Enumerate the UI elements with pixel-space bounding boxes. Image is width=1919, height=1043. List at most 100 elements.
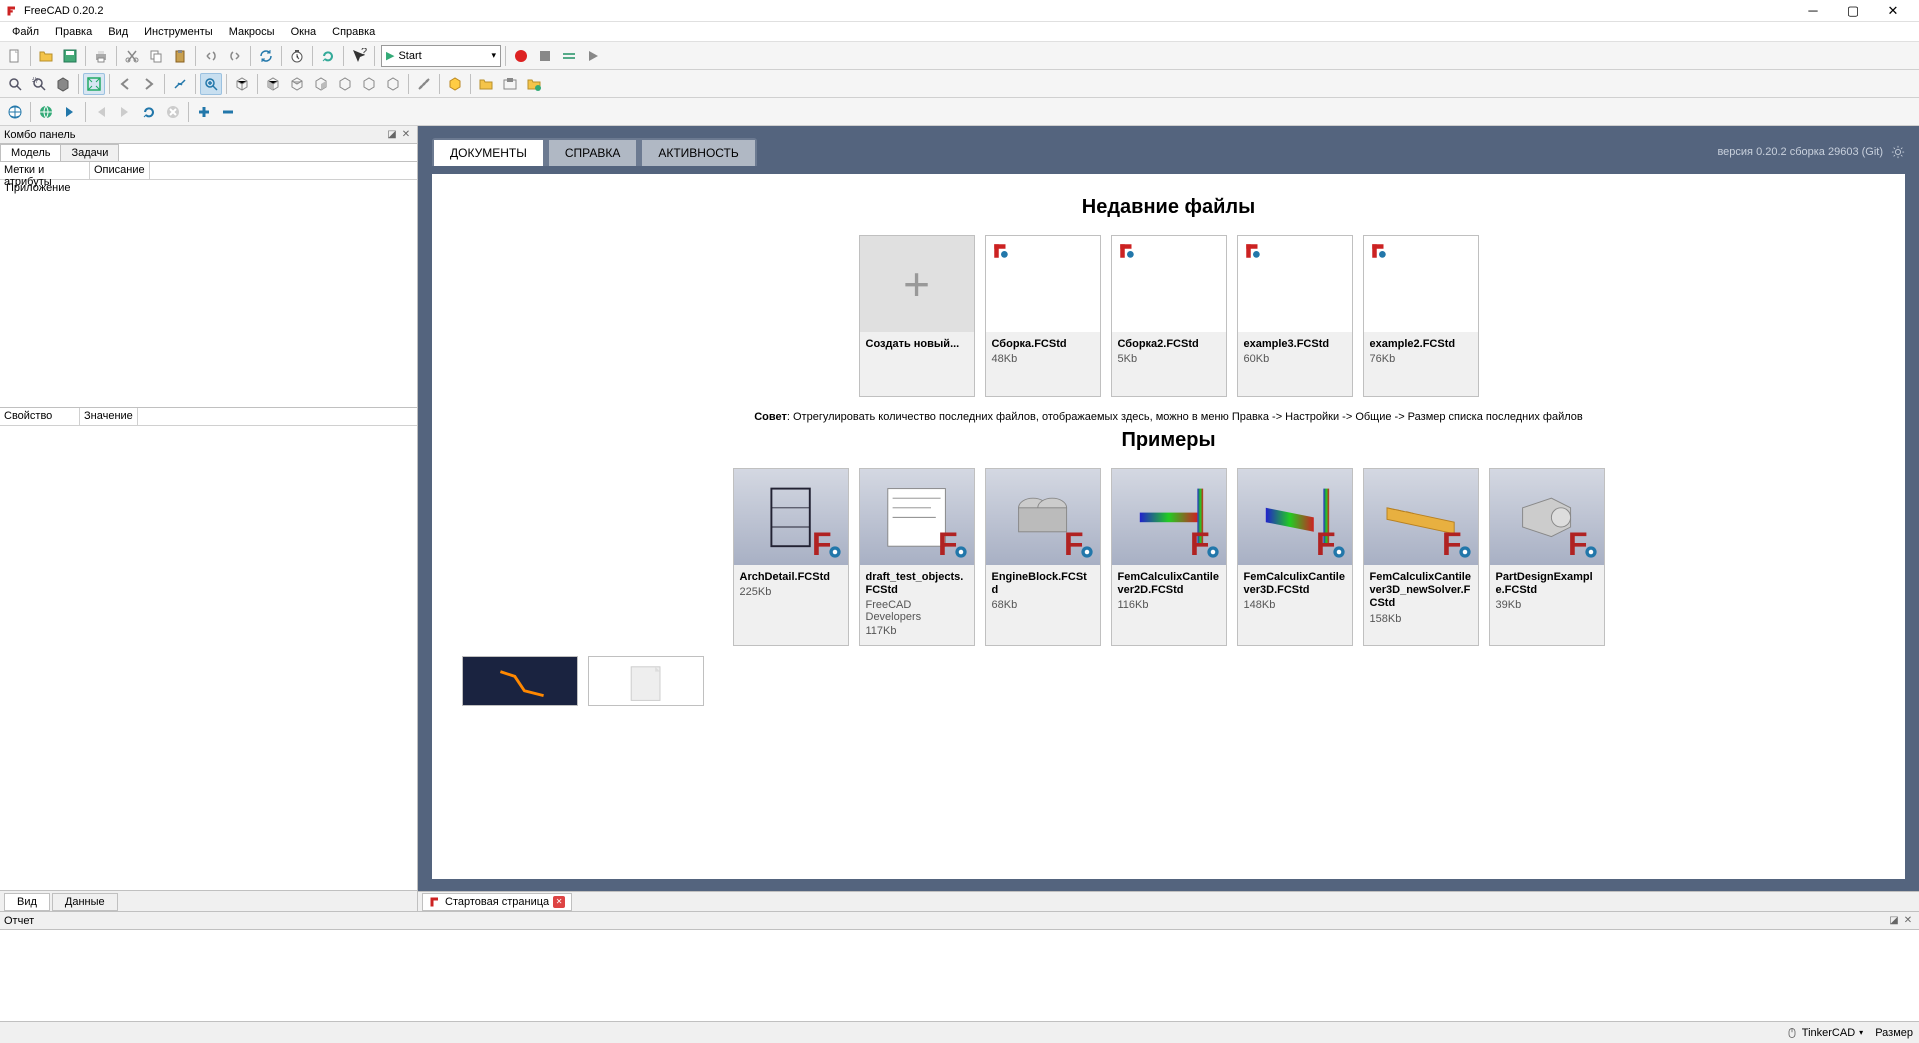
macro-stop-button[interactable] (534, 45, 556, 67)
menu-tools[interactable]: Инструменты (136, 26, 221, 38)
macro-play-button[interactable] (582, 45, 604, 67)
new-file-button[interactable] (4, 45, 26, 67)
menu-help[interactable]: Справка (324, 26, 383, 38)
panel-float-button[interactable]: ◪ (1887, 915, 1901, 926)
panel-close-button[interactable]: ✕ (399, 129, 413, 140)
property-view[interactable]: Свойство Значение (0, 408, 417, 891)
group-button[interactable] (475, 73, 497, 95)
minimize-button[interactable]: ─ (1793, 3, 1833, 18)
doc-tab-close-button[interactable]: ✕ (553, 896, 565, 908)
panel-close-button[interactable]: ✕ (1901, 915, 1915, 926)
recent-files-title: Недавние файлы (456, 196, 1881, 219)
toolbar-file: ? ▶ Start ▾ (0, 42, 1919, 70)
menu-view[interactable]: Вид (100, 26, 136, 38)
macro-edit-button[interactable] (558, 45, 580, 67)
refresh-button[interactable] (255, 45, 277, 67)
paste-button[interactable] (169, 45, 191, 67)
tab-model[interactable]: Модель (0, 144, 61, 161)
example-card-6[interactable]: F PartDesignExample.FCStd39Kb (1489, 468, 1605, 646)
print-button[interactable] (90, 45, 112, 67)
status-dimension[interactable]: Размер (1875, 1027, 1913, 1039)
macro-record-button[interactable] (510, 45, 532, 67)
view-left-button[interactable] (382, 73, 404, 95)
measure-button[interactable] (413, 73, 435, 95)
zoom-in-web-button[interactable] (193, 101, 215, 123)
example-card-2[interactable]: F EngineBlock.FCStd68Kb (985, 468, 1101, 646)
stopwatch-button[interactable] (286, 45, 308, 67)
draw-style-button[interactable] (52, 73, 74, 95)
browser-home-button[interactable] (35, 101, 57, 123)
example-card-7[interactable] (462, 656, 578, 706)
statusbar: TinkerCAD ▾ Размер (0, 1021, 1919, 1043)
zoom-fit-button[interactable] (4, 73, 26, 95)
save-button[interactable] (59, 45, 81, 67)
example-card-5[interactable]: F FemCalculixCantilever3D_newSolver.FCSt… (1363, 468, 1479, 646)
nav-back-button[interactable] (114, 73, 136, 95)
close-button[interactable]: ✕ (1873, 3, 1913, 19)
browser-forward-button[interactable] (114, 101, 136, 123)
start-page-body: Недавние файлы + Создать новый... Сборка… (432, 174, 1905, 879)
whatsthis-button[interactable]: ? (348, 45, 370, 67)
tree-row-application[interactable]: Приложение (0, 180, 417, 196)
link-actions-button[interactable] (523, 73, 545, 95)
menu-file[interactable]: Файл (4, 26, 47, 38)
reload-button[interactable] (317, 45, 339, 67)
card-new-file[interactable]: + Создать новый... (859, 235, 975, 397)
example-card-4[interactable]: F FemCalculixCantilever3D.FCStd148Kb (1237, 468, 1353, 646)
link-button[interactable] (169, 73, 191, 95)
tip-label: Совет (754, 411, 787, 423)
menu-macros[interactable]: Макросы (221, 26, 283, 38)
property-tabs: Вид Данные (0, 891, 417, 911)
recent-card-2[interactable]: example3.FCStd60Kb (1237, 235, 1353, 397)
tree-view[interactable]: Метки и атрибуты Описание Приложение (0, 162, 417, 408)
sp-tab-help[interactable]: СПРАВКА (549, 140, 637, 166)
undo-button[interactable] (200, 45, 222, 67)
example-card-3[interactable]: F FemCalculixCantilever2D.FCStd116Kb (1111, 468, 1227, 646)
workbench-selector[interactable]: ▶ Start ▾ (381, 45, 501, 67)
view-top-button[interactable] (286, 73, 308, 95)
recent-card-3[interactable]: example2.FCStd76Kb (1363, 235, 1479, 397)
copy-button[interactable] (145, 45, 167, 67)
separator (439, 74, 440, 94)
tab-tasks[interactable]: Задачи (60, 144, 119, 161)
view-iso-button[interactable] (231, 73, 253, 95)
doc-tab-start[interactable]: Стартовая страница ✕ (422, 893, 572, 911)
example-card-0[interactable]: F ArchDetail.FCStd225Kb (733, 468, 849, 646)
browser-back-button[interactable] (90, 101, 112, 123)
example-card-1[interactable]: F draft_test_objects.FCStdFreeCAD Develo… (859, 468, 975, 646)
browser-stop-button[interactable] (162, 101, 184, 123)
example-card-8[interactable] (588, 656, 704, 706)
view-front-button[interactable] (262, 73, 284, 95)
maximize-button[interactable]: ▢ (1833, 3, 1873, 19)
separator (30, 46, 31, 66)
set-url-button[interactable] (4, 101, 26, 123)
tab-view[interactable]: Вид (4, 893, 50, 911)
recent-card-1[interactable]: Сборка2.FCStd5Kb (1111, 235, 1227, 397)
cut-button[interactable] (121, 45, 143, 67)
zoom-in-button[interactable] (200, 73, 222, 95)
browser-next-button[interactable] (59, 101, 81, 123)
gear-icon[interactable] (1891, 145, 1905, 159)
view-bottom-button[interactable] (358, 73, 380, 95)
sp-tab-documents[interactable]: ДОКУМЕНТЫ (434, 140, 543, 166)
nav-forward-button[interactable] (138, 73, 160, 95)
status-navigation-style[interactable]: TinkerCAD ▾ (1786, 1027, 1863, 1039)
separator (250, 46, 251, 66)
open-file-button[interactable] (35, 45, 57, 67)
sp-tab-activity[interactable]: АКТИВНОСТЬ (642, 140, 754, 166)
panel-float-button[interactable]: ◪ (385, 129, 399, 140)
browser-refresh-button[interactable] (138, 101, 160, 123)
report-view[interactable] (0, 930, 1919, 1021)
menu-windows[interactable]: Окна (283, 26, 325, 38)
view-right-button[interactable] (310, 73, 332, 95)
part-button[interactable] (444, 73, 466, 95)
zoom-out-web-button[interactable] (217, 101, 239, 123)
bounding-box-button[interactable] (83, 73, 105, 95)
menu-edit[interactable]: Правка (47, 26, 100, 38)
recent-card-0[interactable]: Сборка.FCStd48Kb (985, 235, 1101, 397)
tab-data[interactable]: Данные (52, 893, 118, 911)
redo-button[interactable] (224, 45, 246, 67)
link-make-button[interactable] (499, 73, 521, 95)
zoom-selection-button[interactable] (28, 73, 50, 95)
view-rear-button[interactable] (334, 73, 356, 95)
